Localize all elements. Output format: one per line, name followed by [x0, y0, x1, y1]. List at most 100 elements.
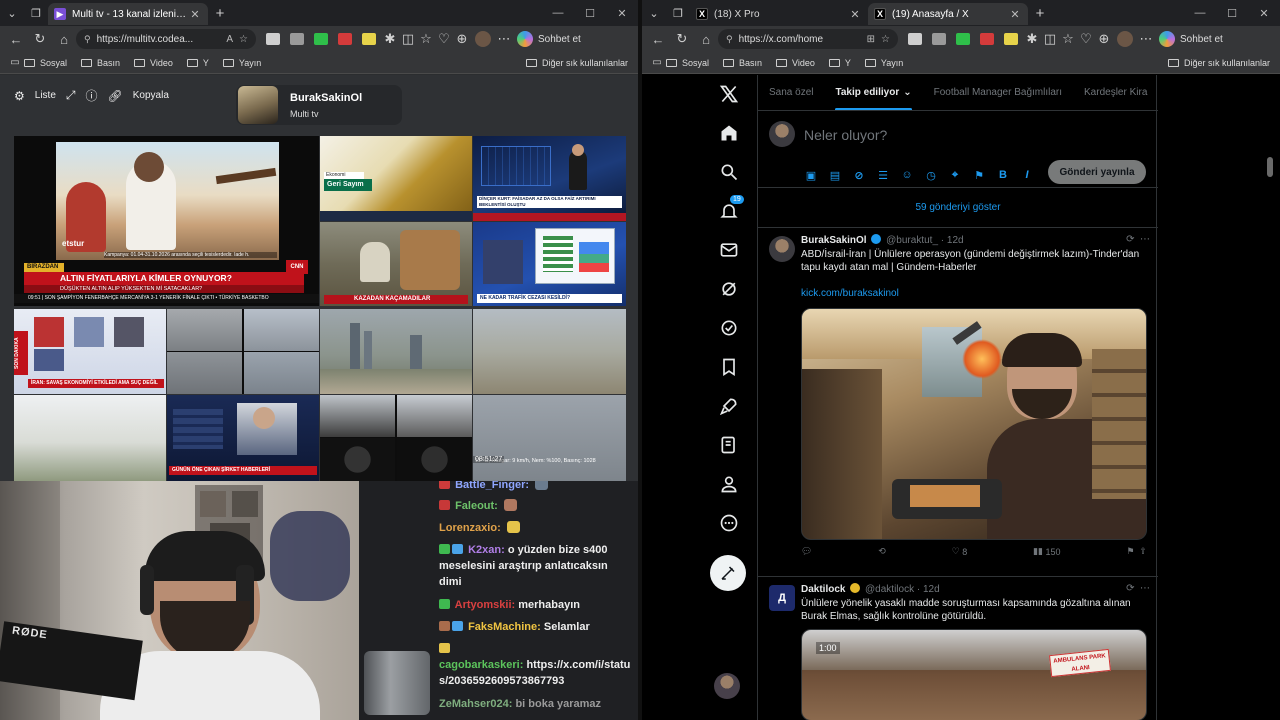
extension-5-icon[interactable]: [1004, 33, 1018, 45]
chat-username[interactable]: Lorenzaxio:: [439, 522, 501, 534]
extension-5-icon[interactable]: [362, 33, 376, 45]
gif-icon[interactable]: ▤: [828, 168, 842, 182]
tweet[interactable]: BurakSakinOl @buraktut_ · 12d ⟳ ⋯ ABD/İs…: [758, 228, 1158, 577]
favorite-star-icon[interactable]: ☆: [239, 34, 248, 45]
tv-tile-9[interactable]: [473, 309, 626, 394]
copy-button[interactable]: Kopyala: [133, 90, 169, 101]
tv-tile-3[interactable]: DİNÇER KURT: FAİSADAR AZ DA OLSA FAİZ AR…: [473, 136, 626, 221]
bookmark-folder[interactable]: Yayın: [222, 58, 261, 68]
bookmarks-menu-icon[interactable]: ▭: [6, 52, 24, 74]
minimize-button[interactable]: —: [542, 7, 574, 19]
fullscreen-icon[interactable]: ⤢: [66, 88, 76, 103]
bold-icon[interactable]: B: [996, 168, 1010, 182]
maximize-button[interactable]: ☐: [574, 7, 606, 20]
gear-icon[interactable]: ⚙: [14, 89, 25, 103]
composer-input[interactable]: Neler oluyor?: [804, 127, 887, 143]
profile-person-icon[interactable]: [718, 473, 740, 495]
tab-community[interactable]: Football Manager Bağımlıları: [923, 75, 1073, 110]
scrollbar-thumb[interactable]: [1267, 157, 1273, 177]
image-icon[interactable]: ▣: [804, 168, 818, 182]
tweet-link[interactable]: kick.com/buraksakinol: [801, 288, 899, 299]
bookmark-folder[interactable]: Sosyal: [666, 58, 709, 68]
views-button[interactable]: ▮▮ 150: [1033, 546, 1060, 557]
more-circle-icon[interactable]: [718, 512, 740, 534]
other-favorites[interactable]: Diğer sık kullanılanlar: [1167, 58, 1270, 68]
chat-username[interactable]: FaksMachine:: [468, 621, 541, 633]
bookmark-folder[interactable]: Video: [134, 58, 173, 68]
account-avatar[interactable]: [714, 673, 740, 699]
chat-username[interactable]: Artyomskii:: [455, 599, 516, 611]
compose-post-button[interactable]: [710, 555, 746, 591]
new-tab-button[interactable]: +: [208, 5, 232, 22]
bookmark-folder[interactable]: Basın: [723, 58, 762, 68]
tv-tile-6[interactable]: SON DAKİKA İRAN: SAVAŞ EKONOMİYİ ETKİLED…: [14, 309, 166, 394]
grok-icon[interactable]: [718, 278, 740, 300]
tab-actions-menu-icon[interactable]: ⌄: [0, 2, 24, 24]
workspaces-icon[interactable]: ❐: [24, 2, 48, 24]
daktilock-logo-icon[interactable]: Д: [769, 585, 795, 611]
close-window-button[interactable]: ✕: [1248, 7, 1280, 20]
other-favorites[interactable]: Diğer sık kullanılanlar: [525, 58, 628, 68]
schedule-icon[interactable]: ◷: [924, 168, 938, 182]
link-icon[interactable]: 🔗︎: [108, 89, 123, 103]
tv-tile-8[interactable]: [320, 309, 472, 394]
extension-4-icon[interactable]: [980, 33, 994, 45]
tweet-more-icon[interactable]: ⟳ ⋯: [1126, 583, 1150, 594]
tab-actions-menu-icon[interactable]: ⌄: [642, 2, 666, 24]
tv-tile-13[interactable]: 11 °C, Rüzgar: 9 km/h, Nem: %100, Basınç…: [473, 395, 626, 481]
profile-avatar[interactable]: [475, 31, 491, 47]
extension-1-icon[interactable]: [266, 33, 280, 45]
chat-username[interactable]: cagobarkaskeri:: [439, 659, 523, 671]
bookmark-folder[interactable]: Sosyal: [24, 58, 67, 68]
tv-tile-11[interactable]: GÜNÜN ÖNE ÇIKAN ŞİRKET HABERLERİ: [167, 395, 319, 481]
tweet[interactable]: Д Daktilock @daktilock · 12d ⟳ ⋯ Ünlüler…: [758, 577, 1158, 720]
home-icon[interactable]: ⌂: [694, 28, 718, 50]
notifications-bell-icon[interactable]: 19: [718, 194, 745, 222]
tab-for-you[interactable]: Sana özel: [758, 75, 824, 110]
settings-more-icon[interactable]: ⋯: [1137, 28, 1155, 50]
info-icon[interactable]: ⓘ: [86, 87, 98, 104]
split-screen-icon[interactable]: ◫: [399, 28, 417, 50]
tab-following[interactable]: Takip ediliyor ⌄: [824, 75, 922, 110]
bookmark-and-share-icons[interactable]: ⚑ ⇪: [1126, 546, 1147, 557]
reply-icon[interactable]: 💬︎: [801, 546, 812, 557]
extensions-puzzle-icon[interactable]: ✱: [1023, 28, 1041, 50]
rocket-icon[interactable]: [718, 395, 740, 417]
italic-icon[interactable]: I: [1020, 168, 1034, 182]
like-button[interactable]: ♡ 8: [952, 546, 968, 557]
favorites-icon[interactable]: ☆: [1059, 28, 1077, 50]
address-bar[interactable]: ⚲ https://x.com/home ⊞ ☆: [718, 29, 898, 49]
extension-1-icon[interactable]: [908, 33, 922, 45]
browser-essentials-icon[interactable]: ⊕: [453, 28, 471, 50]
profile-card[interactable]: BurakSakinOl Multi tv: [236, 85, 402, 125]
tweet-author-name[interactable]: Daktilock: [801, 584, 845, 595]
bookmark-folder[interactable]: Yayın: [864, 58, 903, 68]
poll-icon[interactable]: ☰: [876, 168, 890, 182]
reload-icon[interactable]: ↻: [670, 28, 694, 50]
chat-username[interactable]: ZeMahser024:: [439, 698, 512, 710]
copilot-button[interactable]: Sohbet et: [517, 31, 581, 47]
bookmarks-menu-icon[interactable]: ▭: [648, 52, 666, 74]
flag-icon[interactable]: ⚑: [972, 168, 986, 182]
favorite-star-icon[interactable]: ☆: [881, 34, 890, 45]
chat-username[interactable]: Faleout:: [455, 500, 498, 512]
tab-x-home[interactable]: X (19) Anasayfa / X ✕: [868, 3, 1028, 25]
address-bar[interactable]: ⚲ https://multitv.codea... A ☆: [76, 29, 256, 49]
tv-tile-7[interactable]: [167, 309, 319, 394]
list-button[interactable]: Liste: [35, 90, 56, 101]
chat-username[interactable]: Battle_Finger:: [455, 481, 529, 491]
settings-more-icon[interactable]: ⋯: [495, 28, 513, 50]
tweet-avatar[interactable]: [769, 236, 795, 262]
messages-envelope-icon[interactable]: [718, 239, 740, 261]
tv-tile-10[interactable]: [14, 395, 166, 481]
new-tab-button[interactable]: +: [1028, 5, 1052, 22]
tweet-image[interactable]: [801, 308, 1147, 540]
post-button[interactable]: Gönderi yayınla: [1048, 160, 1146, 184]
search-icon[interactable]: [718, 161, 740, 183]
tv-tile-2[interactable]: Ekonomi Geri Sayım: [320, 136, 472, 221]
copilot-button[interactable]: Sohbet et: [1159, 31, 1223, 47]
extension-2-icon[interactable]: [290, 33, 304, 45]
read-aloud-icon[interactable]: A: [226, 34, 233, 45]
tab-community[interactable]: Kardeşler Kira: [1073, 75, 1158, 110]
location-icon[interactable]: ⌖: [948, 168, 962, 182]
